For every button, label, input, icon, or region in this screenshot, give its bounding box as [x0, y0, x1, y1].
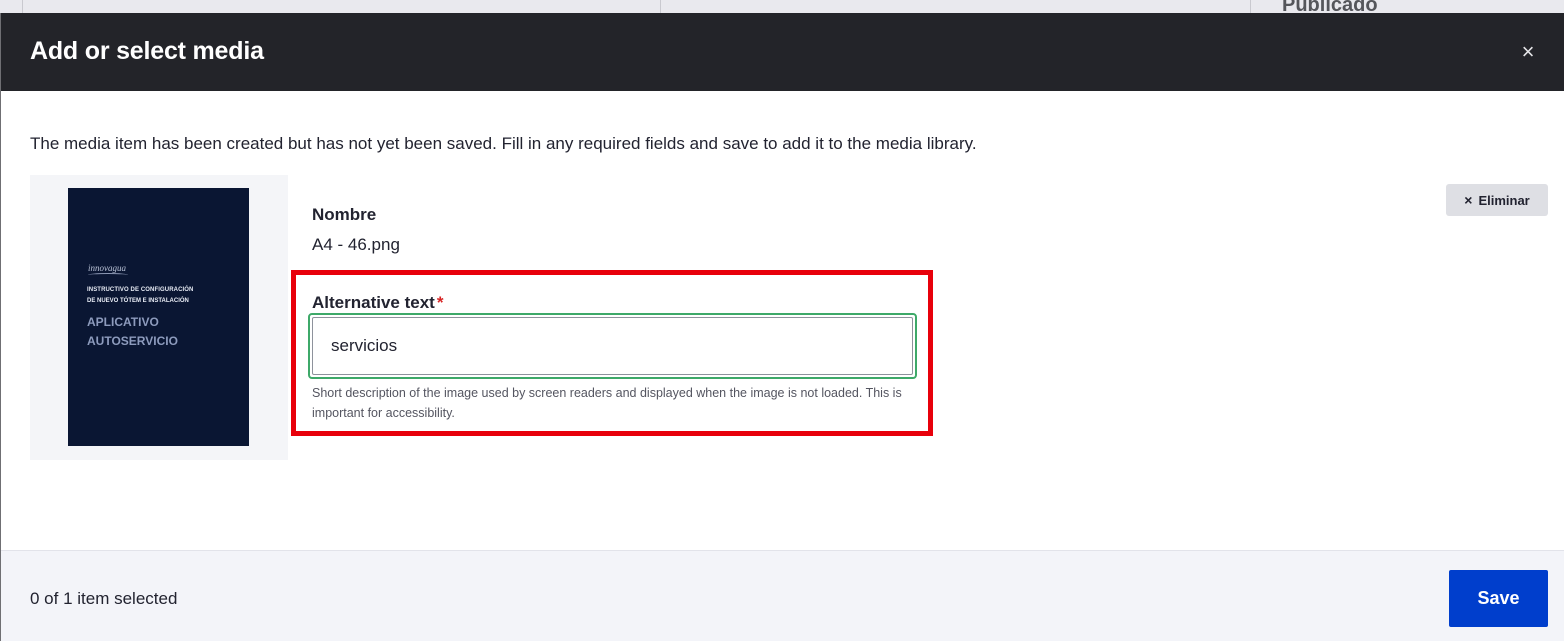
- save-button[interactable]: Save: [1449, 570, 1548, 627]
- dialog-footer: 0 of 1 item selected Save: [1, 550, 1564, 641]
- status-message: The media item has been created but has …: [30, 134, 977, 153]
- alt-text-label-text: Alternative text: [312, 293, 435, 312]
- thumbnail-logo-wave: [88, 273, 128, 277]
- media-dialog: Add or select media × The media item has…: [0, 13, 1564, 641]
- dialog-title: Add or select media: [30, 37, 264, 65]
- remove-button[interactable]: × Eliminar: [1446, 184, 1548, 216]
- thumbnail-text: DE NUEVO TÓTEM E INSTALACIÓN: [87, 298, 189, 304]
- thumbnail-text: INSTRUCTIVO DE CONFIGURACIÓN: [87, 287, 194, 293]
- alt-text-input[interactable]: [312, 317, 913, 375]
- name-label: Nombre: [312, 205, 377, 224]
- background-divider: [660, 0, 661, 14]
- thumbnail-logo: innovagua: [88, 263, 126, 273]
- thumbnail-title: APLICATIVO: [87, 315, 159, 329]
- background-page: Publicado: [0, 0, 1564, 14]
- background-divider: [22, 0, 23, 14]
- close-icon: ×: [1464, 192, 1473, 208]
- media-thumbnail-container: innovagua INSTRUCTIVO DE CONFIGURACIÓN D…: [30, 175, 288, 460]
- media-thumbnail: innovagua INSTRUCTIVO DE CONFIGURACIÓN D…: [68, 188, 249, 446]
- file-name: A4 - 46.png: [312, 235, 400, 254]
- alt-text-help: Short description of the image used by s…: [312, 386, 902, 420]
- background-divider: [1250, 0, 1251, 14]
- background-heading: Publicado: [1282, 0, 1378, 14]
- required-marker: *: [436, 293, 444, 312]
- close-icon[interactable]: ×: [1513, 38, 1543, 68]
- selection-count: 0 of 1 item selected: [30, 589, 178, 608]
- dialog-header: Add or select media ×: [1, 13, 1564, 91]
- alt-text-label: Alternative text *: [312, 293, 443, 313]
- remove-button-label: Eliminar: [1478, 192, 1530, 208]
- thumbnail-title: AUTOSERVICIO: [87, 334, 178, 348]
